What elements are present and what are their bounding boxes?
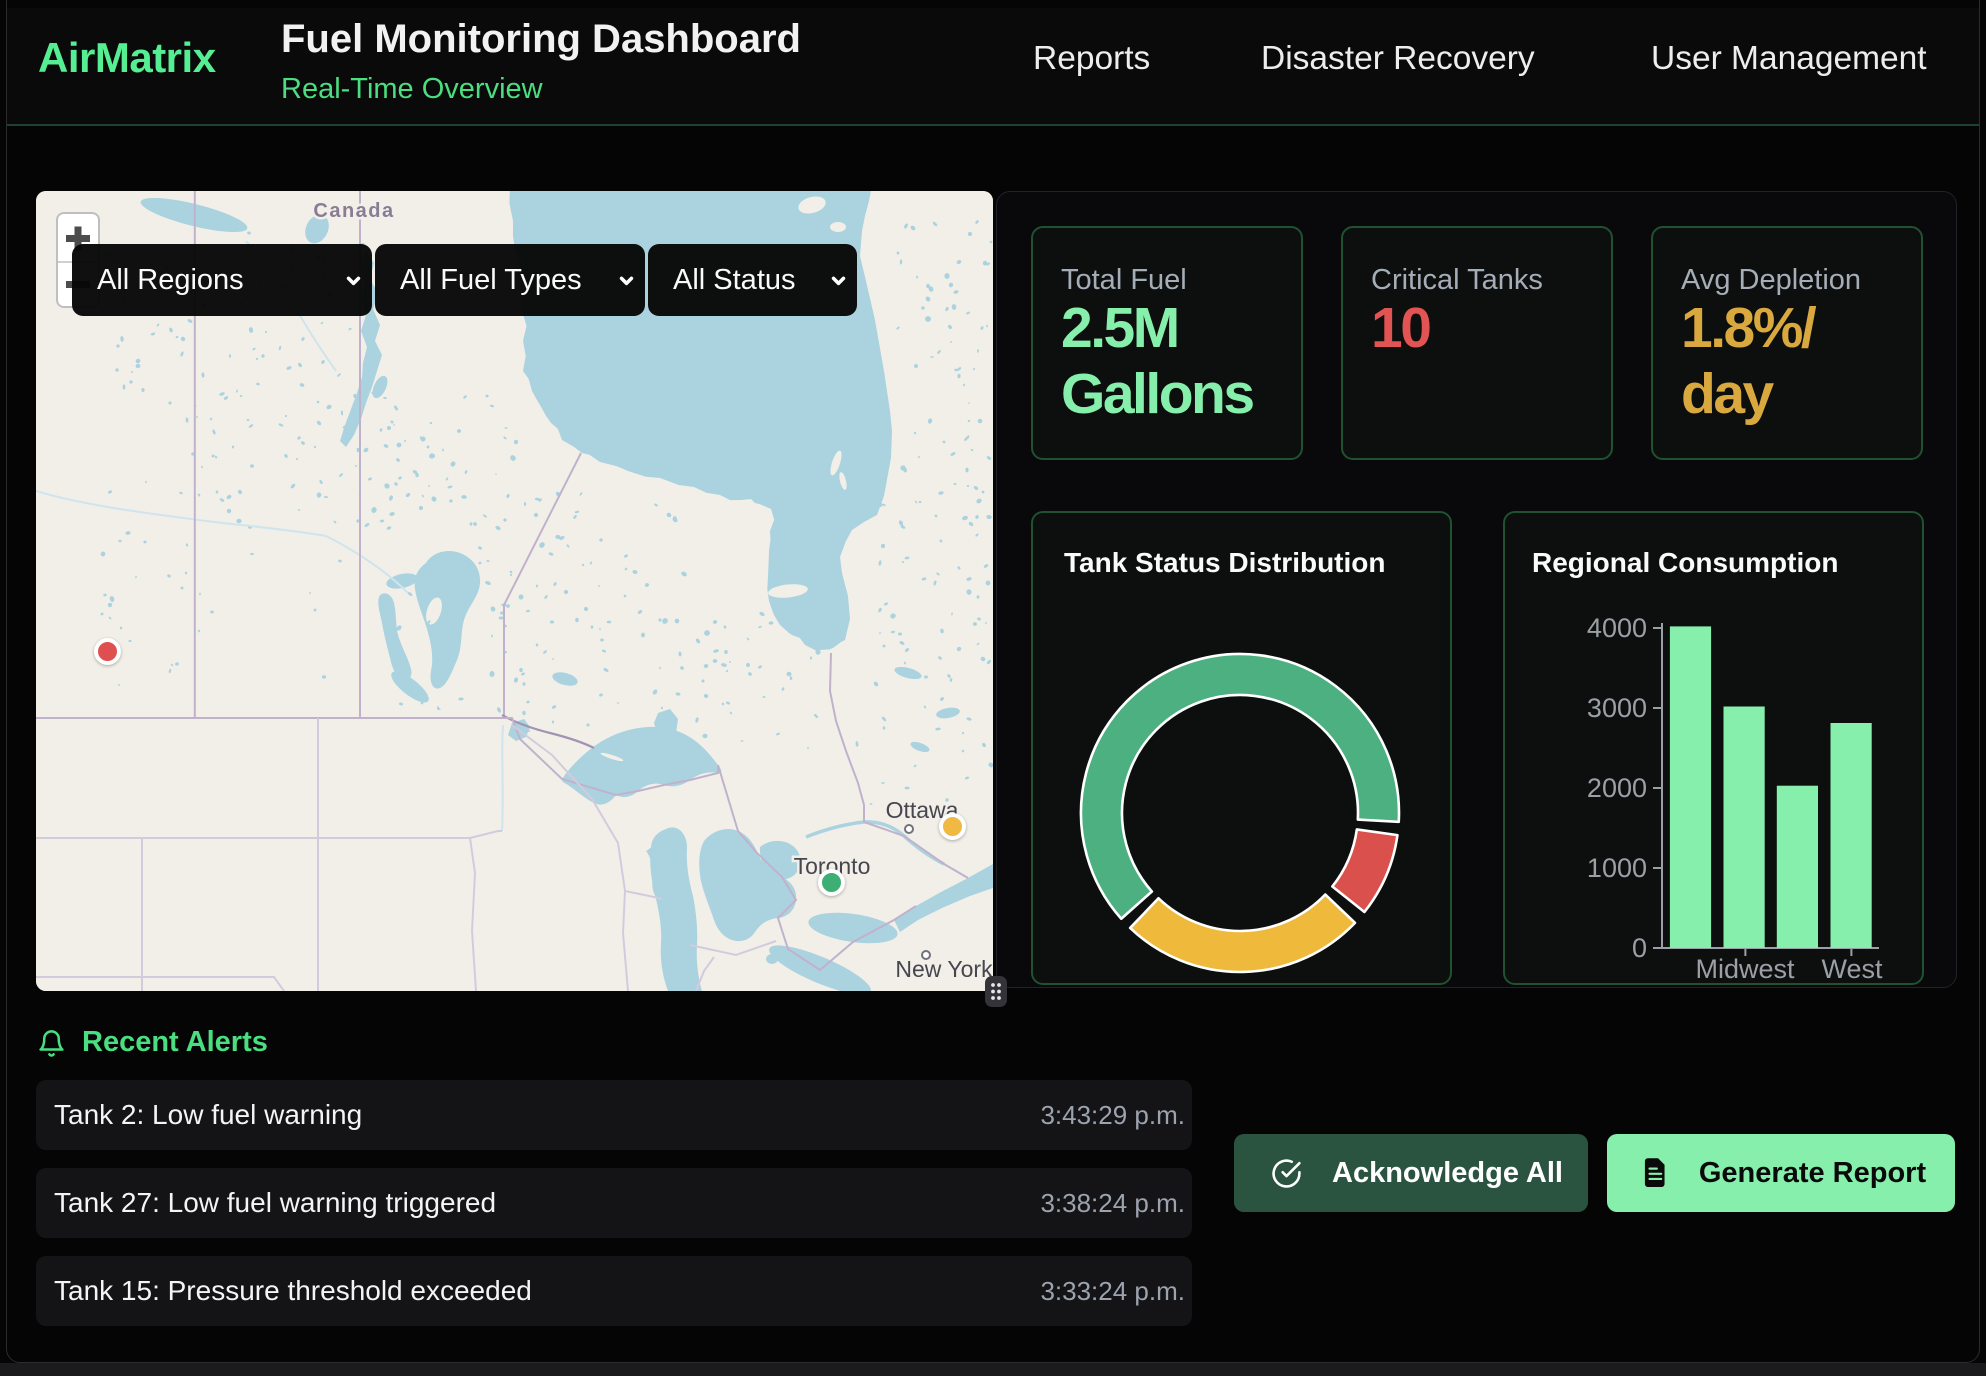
svg-text:0: 0 — [1632, 933, 1647, 963]
svg-text:3000: 3000 — [1587, 693, 1647, 723]
svg-text:Canada: Canada — [313, 200, 394, 222]
svg-text:West: West — [1821, 954, 1883, 984]
svg-text:Midwest: Midwest — [1695, 954, 1795, 984]
svg-text:4000: 4000 — [1587, 613, 1647, 643]
svg-text:New York: New York — [895, 956, 993, 982]
svg-text:1000: 1000 — [1587, 853, 1647, 883]
svg-text:2000: 2000 — [1587, 773, 1647, 803]
